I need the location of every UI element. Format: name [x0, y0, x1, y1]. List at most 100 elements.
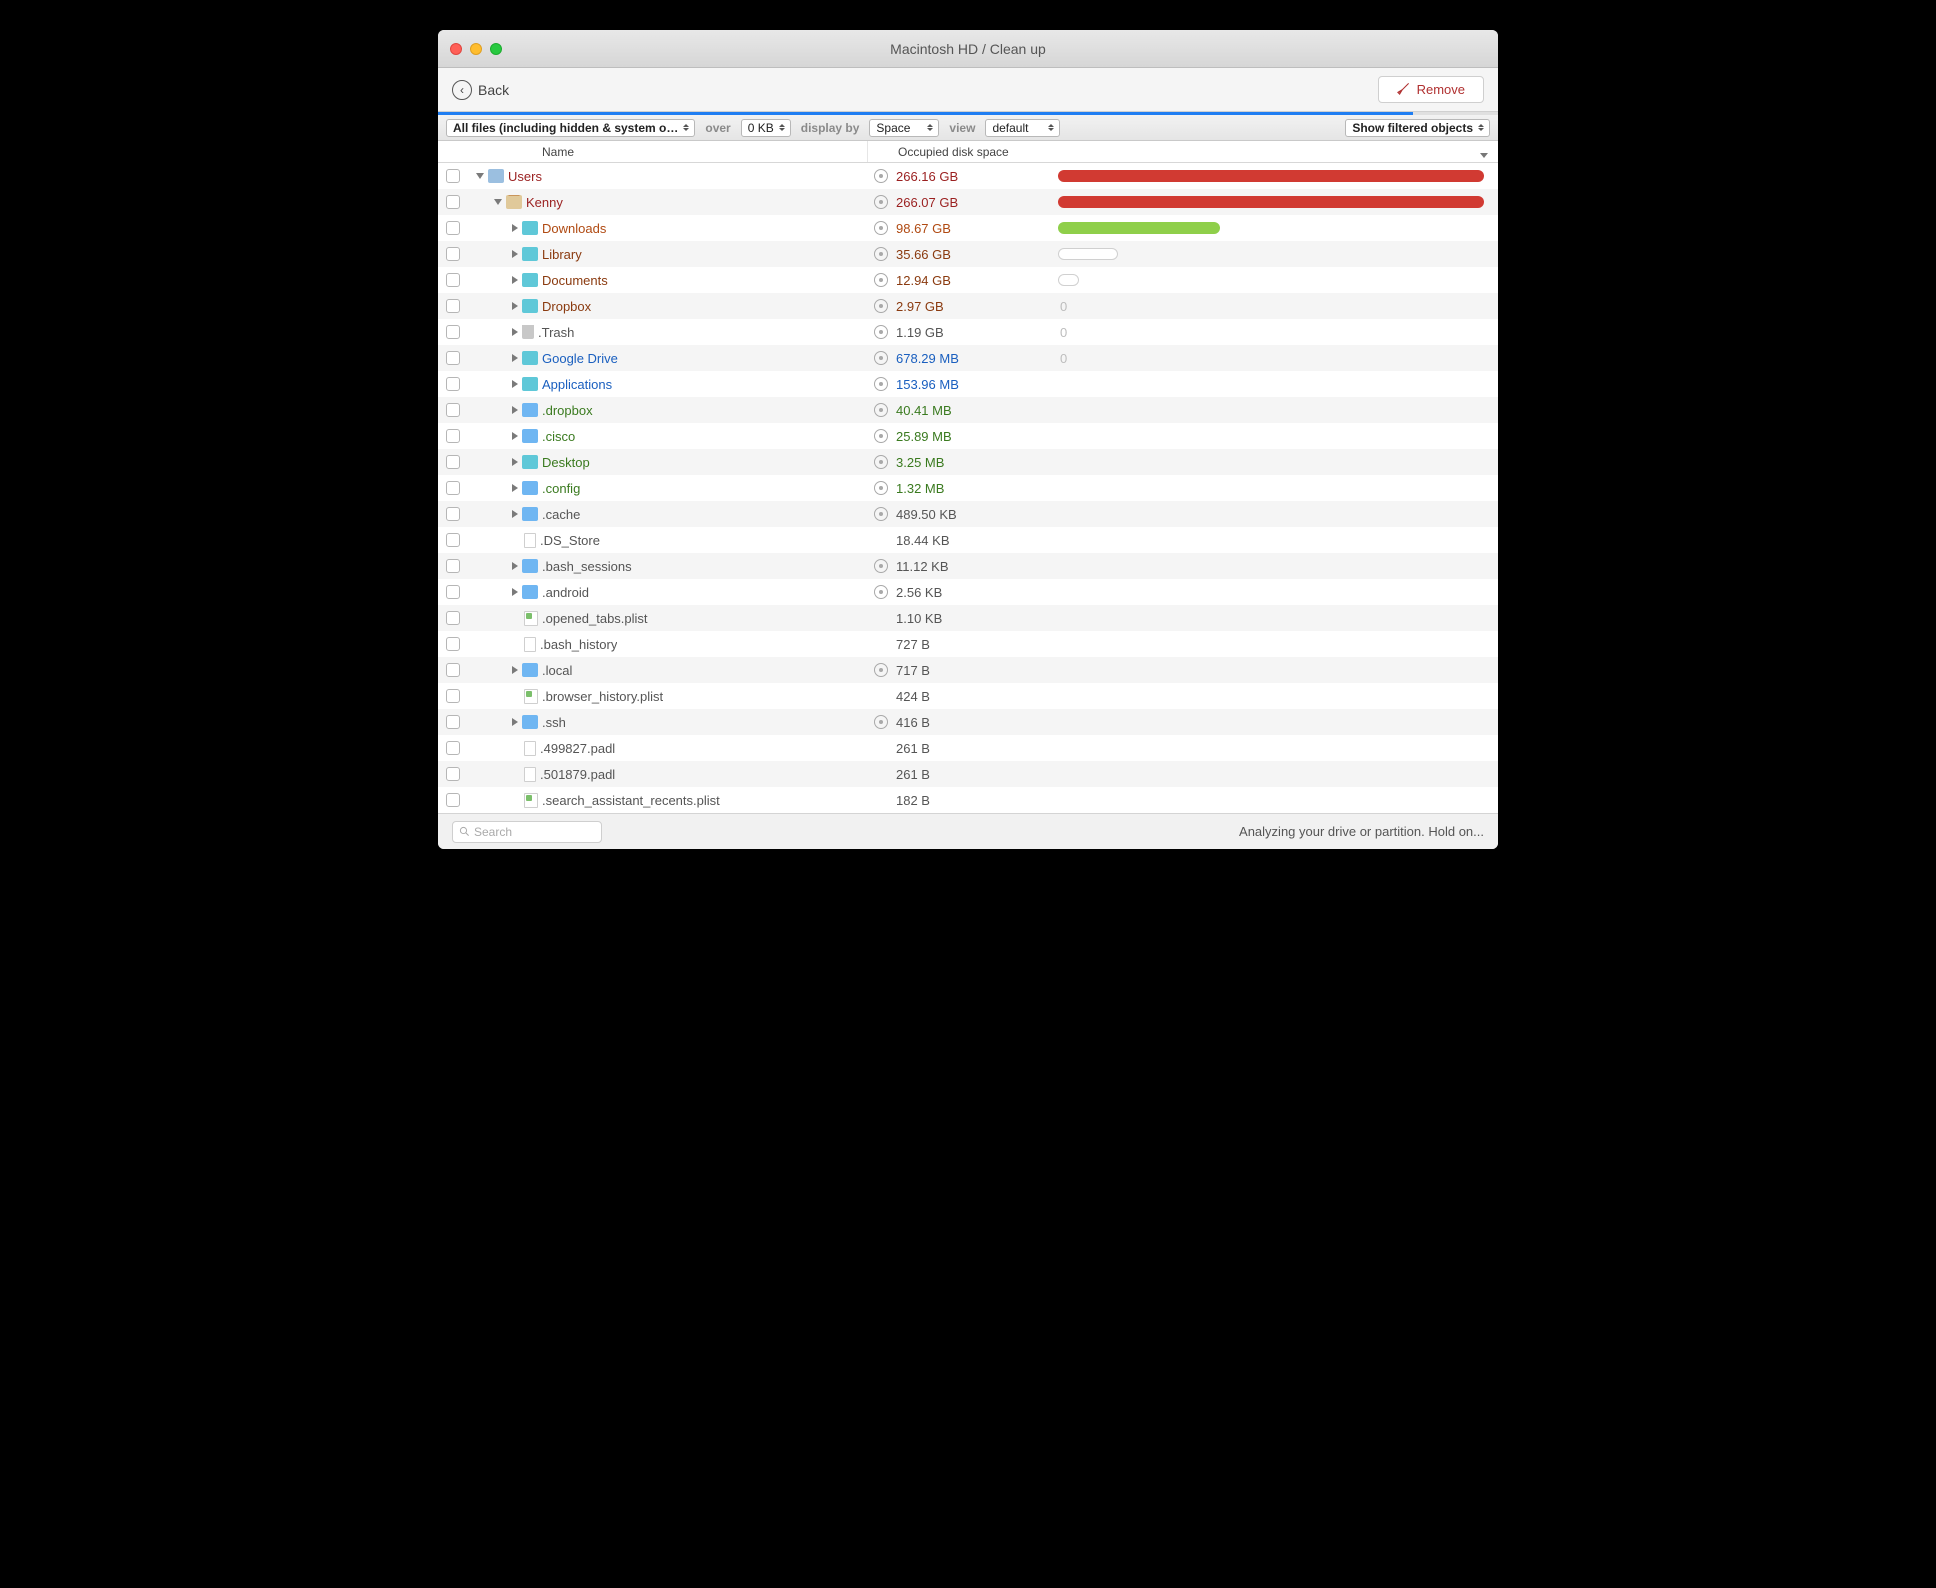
disclosure-triangle-icon[interactable]: [512, 458, 518, 466]
quicklook-icon[interactable]: [874, 325, 888, 339]
table-row[interactable]: .dropbox40.41 MB: [438, 397, 1498, 423]
row-checkbox[interactable]: [446, 351, 460, 365]
table-row[interactable]: .search_assistant_recents.plist182 B: [438, 787, 1498, 813]
table-row[interactable]: Users266.16 GB: [438, 163, 1498, 189]
row-checkbox[interactable]: [446, 481, 460, 495]
quicklook-icon[interactable]: [874, 585, 888, 599]
disclosure-triangle-icon[interactable]: [512, 380, 518, 388]
table-row[interactable]: Dropbox2.97 GB0: [438, 293, 1498, 319]
quicklook-icon[interactable]: [874, 663, 888, 677]
column-space[interactable]: Occupied disk space: [868, 145, 1498, 159]
quicklook-icon[interactable]: [874, 559, 888, 573]
row-checkbox[interactable]: [446, 767, 460, 781]
row-checkbox[interactable]: [446, 793, 460, 807]
remove-button[interactable]: Remove: [1378, 76, 1484, 103]
row-checkbox[interactable]: [446, 637, 460, 651]
disclosure-triangle-icon[interactable]: [512, 432, 518, 440]
display-by-select[interactable]: Space: [869, 119, 939, 137]
disclosure-triangle-icon[interactable]: [512, 484, 518, 492]
row-checkbox[interactable]: [446, 325, 460, 339]
row-checkbox[interactable]: [446, 221, 460, 235]
quicklook-icon[interactable]: [874, 273, 888, 287]
disclosure-triangle-icon[interactable]: [512, 718, 518, 726]
disclosure-triangle-icon[interactable]: [476, 173, 484, 179]
size-threshold-select[interactable]: 0 KB: [741, 119, 791, 137]
table-row[interactable]: Google Drive678.29 MB0: [438, 345, 1498, 371]
table-row[interactable]: .android2.56 KB: [438, 579, 1498, 605]
disclosure-triangle-icon[interactable]: [512, 562, 518, 570]
row-checkbox[interactable]: [446, 377, 460, 391]
table-row[interactable]: Kenny266.07 GB: [438, 189, 1498, 215]
table-row[interactable]: .bash_sessions11.12 KB: [438, 553, 1498, 579]
table-row[interactable]: .DS_Store18.44 KB: [438, 527, 1498, 553]
show-filtered-select[interactable]: Show filtered objects: [1345, 119, 1490, 137]
row-checkbox[interactable]: [446, 533, 460, 547]
row-checkbox[interactable]: [446, 611, 460, 625]
disclosure-triangle-icon[interactable]: [512, 588, 518, 596]
row-checkbox[interactable]: [446, 455, 460, 469]
disclosure-triangle-icon[interactable]: [512, 224, 518, 232]
table-row[interactable]: .499827.padl261 B: [438, 735, 1498, 761]
quicklook-icon[interactable]: [874, 429, 888, 443]
row-checkbox[interactable]: [446, 195, 460, 209]
disclosure-triangle-icon[interactable]: [512, 666, 518, 674]
disclosure-triangle-icon[interactable]: [512, 276, 518, 284]
row-checkbox[interactable]: [446, 585, 460, 599]
table-row[interactable]: Downloads98.67 GB: [438, 215, 1498, 241]
back-button[interactable]: ‹ Back: [452, 80, 509, 100]
row-checkbox[interactable]: [446, 273, 460, 287]
close-icon[interactable]: [450, 43, 462, 55]
row-checkbox[interactable]: [446, 715, 460, 729]
table-row[interactable]: .browser_history.plist424 B: [438, 683, 1498, 709]
quicklook-icon[interactable]: [874, 169, 888, 183]
disclosure-spacer: [512, 692, 520, 700]
quicklook-icon[interactable]: [874, 403, 888, 417]
row-checkbox[interactable]: [446, 403, 460, 417]
table-row[interactable]: .opened_tabs.plist1.10 KB: [438, 605, 1498, 631]
column-name[interactable]: Name: [468, 141, 868, 162]
quicklook-icon[interactable]: [874, 247, 888, 261]
row-checkbox[interactable]: [446, 169, 460, 183]
table-row[interactable]: .Trash1.19 GB0: [438, 319, 1498, 345]
minimize-icon[interactable]: [470, 43, 482, 55]
table-row[interactable]: .bash_history727 B: [438, 631, 1498, 657]
disclosure-triangle-icon[interactable]: [512, 354, 518, 362]
quicklook-icon[interactable]: [874, 481, 888, 495]
table-row[interactable]: .local717 B: [438, 657, 1498, 683]
quicklook-icon[interactable]: [874, 299, 888, 313]
table-row[interactable]: Library35.66 GB: [438, 241, 1498, 267]
quicklook-icon[interactable]: [874, 715, 888, 729]
row-checkbox[interactable]: [446, 299, 460, 313]
table-row[interactable]: .cache489.50 KB: [438, 501, 1498, 527]
table-row[interactable]: .ssh416 B: [438, 709, 1498, 735]
search-input[interactable]: Search: [452, 821, 602, 843]
scope-select[interactable]: All files (including hidden & system o…: [446, 119, 695, 137]
row-checkbox[interactable]: [446, 689, 460, 703]
table-row[interactable]: Desktop3.25 MB: [438, 449, 1498, 475]
quicklook-icon[interactable]: [874, 455, 888, 469]
row-checkbox[interactable]: [446, 741, 460, 755]
row-checkbox[interactable]: [446, 429, 460, 443]
table-row[interactable]: Applications153.96 MB: [438, 371, 1498, 397]
disclosure-triangle-icon[interactable]: [512, 406, 518, 414]
quicklook-icon[interactable]: [874, 221, 888, 235]
table-row[interactable]: Documents12.94 GB: [438, 267, 1498, 293]
row-checkbox[interactable]: [446, 507, 460, 521]
quicklook-icon[interactable]: [874, 351, 888, 365]
disclosure-triangle-icon[interactable]: [512, 328, 518, 336]
view-select[interactable]: default: [985, 119, 1060, 137]
disclosure-triangle-icon[interactable]: [512, 250, 518, 258]
table-row[interactable]: .config1.32 MB: [438, 475, 1498, 501]
row-checkbox[interactable]: [446, 559, 460, 573]
disclosure-triangle-icon[interactable]: [494, 199, 502, 205]
table-row[interactable]: .501879.padl261 B: [438, 761, 1498, 787]
maximize-icon[interactable]: [490, 43, 502, 55]
quicklook-icon[interactable]: [874, 195, 888, 209]
row-checkbox[interactable]: [446, 663, 460, 677]
disclosure-triangle-icon[interactable]: [512, 510, 518, 518]
table-row[interactable]: .cisco25.89 MB: [438, 423, 1498, 449]
quicklook-icon[interactable]: [874, 507, 888, 521]
quicklook-icon[interactable]: [874, 377, 888, 391]
disclosure-triangle-icon[interactable]: [512, 302, 518, 310]
row-checkbox[interactable]: [446, 247, 460, 261]
